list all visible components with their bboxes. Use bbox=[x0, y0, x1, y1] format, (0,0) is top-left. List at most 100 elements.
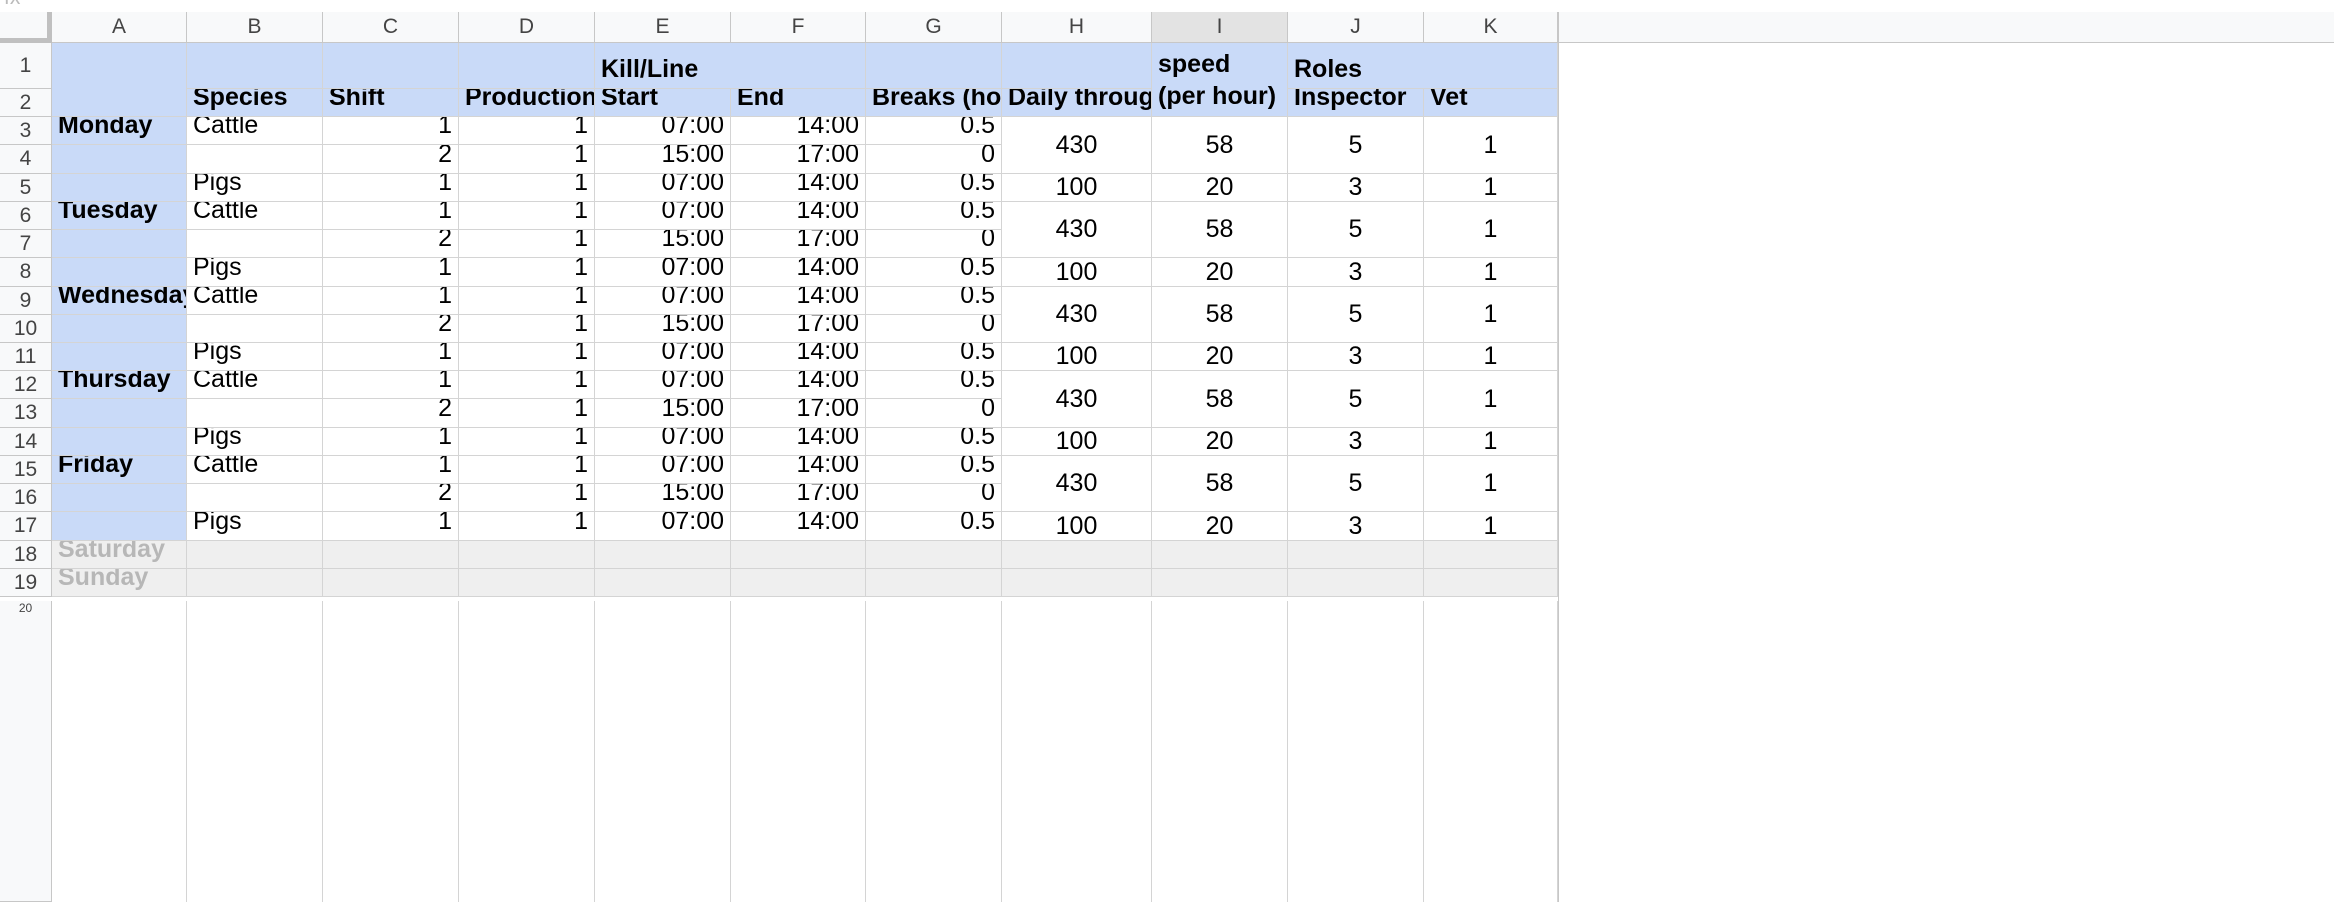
weekend-blank-cell[interactable] bbox=[1424, 569, 1558, 597]
breaks-cell[interactable]: 0.5 bbox=[866, 371, 1002, 399]
blank-cell[interactable] bbox=[866, 601, 1002, 902]
shift-cell[interactable]: 2 bbox=[323, 145, 459, 174]
weekend-blank-cell[interactable] bbox=[187, 541, 323, 569]
blank-cell[interactable] bbox=[595, 601, 731, 902]
start-time-cell[interactable]: 15:00 bbox=[595, 230, 731, 258]
max-line-speed-cell[interactable]: 58 bbox=[1152, 202, 1288, 258]
weekend-blank-cell[interactable] bbox=[459, 541, 595, 569]
max-line-speed-cell[interactable]: 20 bbox=[1152, 428, 1288, 456]
column-header-b[interactable]: B bbox=[187, 12, 323, 43]
blank-cell[interactable] bbox=[1424, 601, 1558, 902]
blank-cell[interactable] bbox=[187, 601, 323, 902]
header-blank-d1[interactable] bbox=[459, 43, 595, 89]
weekend-blank-cell[interactable] bbox=[1288, 541, 1424, 569]
start-time-cell[interactable]: 07:00 bbox=[595, 512, 731, 541]
weekend-blank-cell[interactable] bbox=[1288, 569, 1424, 597]
production-line-cell[interactable]: 1 bbox=[459, 456, 595, 484]
end-time-cell[interactable]: 14:00 bbox=[731, 343, 866, 371]
weekend-blank-cell[interactable] bbox=[595, 569, 731, 597]
production-line-cell[interactable]: 1 bbox=[459, 371, 595, 399]
start-time-cell[interactable]: 07:00 bbox=[595, 258, 731, 287]
inspector-count-cell[interactable]: 5 bbox=[1288, 371, 1424, 428]
row-header-16[interactable]: 16 bbox=[0, 484, 52, 512]
max-line-speed-cell[interactable]: 20 bbox=[1152, 512, 1288, 541]
daily-throughput-cell[interactable]: 430 bbox=[1002, 456, 1152, 512]
header-estimated-max-line-speed[interactable]: Estimated max line speed (per hour) bbox=[1152, 43, 1288, 117]
header-species[interactable]: Species bbox=[187, 89, 323, 117]
weekend-blank-cell[interactable] bbox=[1002, 569, 1152, 597]
row-header-19[interactable]: 19 bbox=[0, 569, 52, 597]
vet-count-cell[interactable]: 1 bbox=[1424, 287, 1558, 343]
weekend-blank-cell[interactable] bbox=[459, 569, 595, 597]
species-cell[interactable] bbox=[187, 484, 323, 512]
species-cell[interactable]: Pigs bbox=[187, 428, 323, 456]
weekend-day-cell[interactable]: Sunday bbox=[52, 569, 187, 597]
production-line-cell[interactable]: 1 bbox=[459, 145, 595, 174]
start-time-cell[interactable]: 15:00 bbox=[595, 315, 731, 343]
daily-throughput-cell[interactable]: 430 bbox=[1002, 287, 1152, 343]
weekend-blank-cell[interactable] bbox=[1424, 541, 1558, 569]
shift-cell[interactable]: 2 bbox=[323, 230, 459, 258]
end-time-cell[interactable]: 14:00 bbox=[731, 428, 866, 456]
end-time-cell[interactable]: 17:00 bbox=[731, 230, 866, 258]
header-daily-throughput[interactable]: Daily throughput bbox=[1002, 89, 1152, 117]
weekend-blank-cell[interactable] bbox=[866, 541, 1002, 569]
species-cell[interactable]: Cattle bbox=[187, 371, 323, 399]
species-cell[interactable]: Pigs bbox=[187, 512, 323, 541]
species-cell[interactable]: Cattle bbox=[187, 287, 323, 315]
daily-throughput-cell[interactable]: 100 bbox=[1002, 428, 1152, 456]
shift-cell[interactable]: 1 bbox=[323, 456, 459, 484]
row-header-3[interactable]: 3 bbox=[0, 117, 52, 145]
breaks-cell[interactable]: 0.5 bbox=[866, 456, 1002, 484]
spreadsheet-grid[interactable]: A B C D E F G H I J K 1 2 3 4 5 6 7 8 9 10 11 12 13 14 15 16 17 18 19… bbox=[0, 0, 2334, 902]
vet-count-cell[interactable]: 1 bbox=[1424, 512, 1558, 541]
inspector-count-cell[interactable]: 3 bbox=[1288, 174, 1424, 202]
header-shift[interactable]: Shift bbox=[323, 89, 459, 117]
start-time-cell[interactable]: 07:00 bbox=[595, 287, 731, 315]
vet-count-cell[interactable]: 1 bbox=[1424, 174, 1558, 202]
production-line-cell[interactable]: 1 bbox=[459, 230, 595, 258]
breaks-cell[interactable]: 0.5 bbox=[866, 287, 1002, 315]
breaks-cell[interactable]: 0.5 bbox=[866, 512, 1002, 541]
species-cell[interactable]: Cattle bbox=[187, 202, 323, 230]
row-header-6[interactable]: 6 bbox=[0, 202, 52, 230]
max-line-speed-cell[interactable]: 20 bbox=[1152, 174, 1288, 202]
start-time-cell[interactable]: 15:00 bbox=[595, 399, 731, 428]
row-header-18[interactable]: 18 bbox=[0, 541, 52, 569]
end-time-cell[interactable]: 17:00 bbox=[731, 399, 866, 428]
column-header-c[interactable]: C bbox=[323, 12, 459, 43]
shift-cell[interactable]: 1 bbox=[323, 371, 459, 399]
end-time-cell[interactable]: 17:00 bbox=[731, 484, 866, 512]
row-header-7[interactable]: 7 bbox=[0, 230, 52, 258]
header-production-line[interactable]: Production line bbox=[459, 89, 595, 117]
column-header-d[interactable]: D bbox=[459, 12, 595, 43]
production-line-cell[interactable]: 1 bbox=[459, 202, 595, 230]
breaks-cell[interactable]: 0.5 bbox=[866, 117, 1002, 145]
weekend-blank-cell[interactable] bbox=[323, 569, 459, 597]
weekend-blank-cell[interactable] bbox=[323, 541, 459, 569]
end-time-cell[interactable]: 17:00 bbox=[731, 145, 866, 174]
inspector-count-cell[interactable]: 5 bbox=[1288, 287, 1424, 343]
inspector-count-cell[interactable]: 3 bbox=[1288, 512, 1424, 541]
max-line-speed-cell[interactable]: 58 bbox=[1152, 371, 1288, 428]
column-header-j[interactable]: J bbox=[1288, 12, 1424, 43]
day-cell[interactable] bbox=[52, 174, 187, 202]
column-header-f[interactable]: F bbox=[731, 12, 866, 43]
blank-cell[interactable] bbox=[52, 601, 187, 902]
max-line-speed-cell[interactable]: 20 bbox=[1152, 258, 1288, 287]
day-cell[interactable] bbox=[52, 258, 187, 287]
species-cell[interactable]: Pigs bbox=[187, 258, 323, 287]
day-cell[interactable] bbox=[52, 343, 187, 371]
start-time-cell[interactable]: 07:00 bbox=[595, 456, 731, 484]
end-time-cell[interactable]: 14:00 bbox=[731, 174, 866, 202]
species-cell[interactable] bbox=[187, 145, 323, 174]
shift-cell[interactable]: 2 bbox=[323, 315, 459, 343]
shift-cell[interactable]: 1 bbox=[323, 343, 459, 371]
day-cell[interactable]: Thursday bbox=[52, 371, 187, 399]
header-breaks[interactable]: Breaks (hours) bbox=[866, 89, 1002, 117]
blank-cell[interactable] bbox=[1002, 601, 1152, 902]
header-roles[interactable]: Roles bbox=[1288, 43, 1558, 89]
header-vet[interactable]: Vet bbox=[1424, 89, 1558, 117]
header-inspector[interactable]: Inspector bbox=[1288, 89, 1424, 117]
day-cell[interactable] bbox=[52, 399, 187, 428]
